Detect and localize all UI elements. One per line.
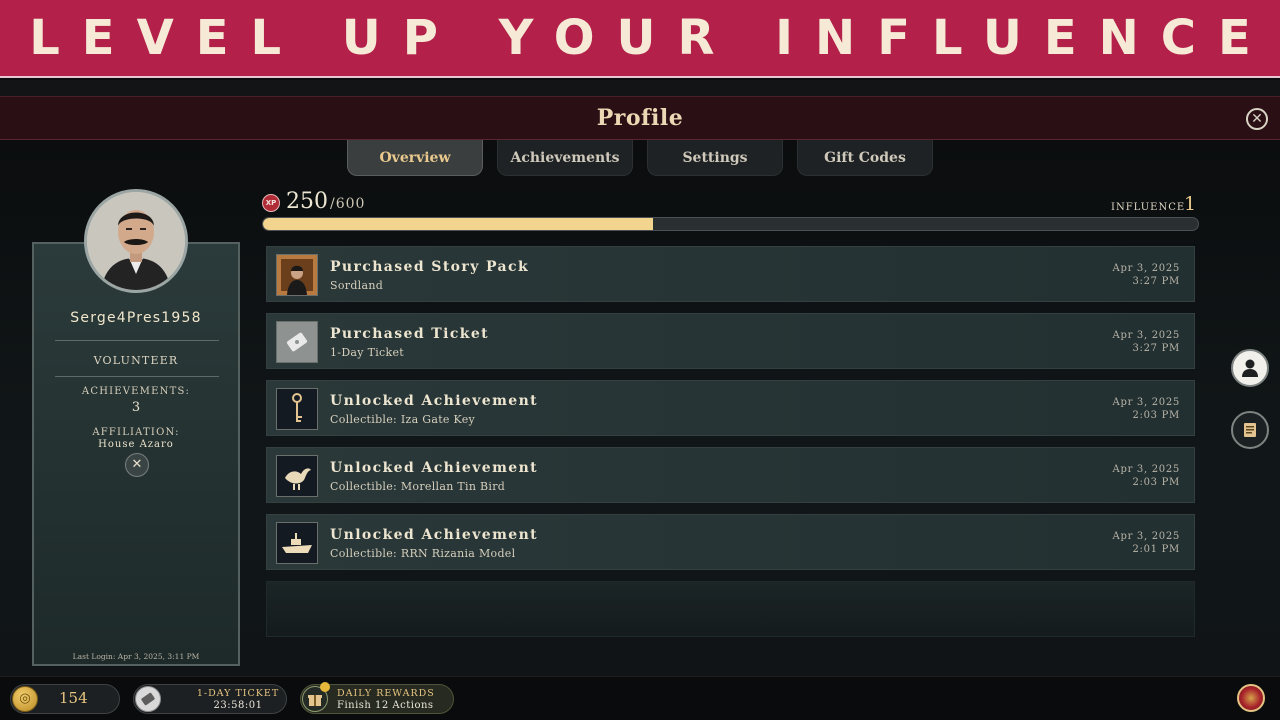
coin-count: 154 [59,689,88,707]
activity-title: Unlocked Achievement [330,393,539,409]
notification-badge [320,682,330,692]
activity-time: 3:27 PM [1132,343,1180,354]
activity-subtitle: 1-Day Ticket [330,346,405,359]
activity-item: Purchased Story Pack Sordland Apr 3, 202… [266,246,1195,302]
activity-subtitle: Collectible: RRN Rizania Model [330,547,516,560]
ticket-icon [276,321,318,363]
affiliation-value: House Azaro [98,439,174,450]
activity-title: Purchased Ticket [330,326,490,342]
xp-max: /600 [330,196,366,212]
banner-spacer [0,80,1280,96]
last-login: Last Login: Apr 3, 2025, 3:11 PM [72,652,200,661]
activity-date: Apr 3, 2025 [1112,397,1180,408]
close-icon[interactable]: ✕ [1246,108,1268,130]
activity-subtitle: Collectible: Morellan Tin Bird [330,480,506,493]
profile-card: Serge4Pres1958 VOLUNTEER ACHIEVEMENTS: 3… [32,242,240,666]
ticket-timer: 23:58:01 [213,700,263,711]
key-icon [276,388,318,430]
xp-current: 250 [286,189,328,214]
activity-time: 2:03 PM [1132,477,1180,488]
activity-date: Apr 3, 2025 [1112,464,1180,475]
footer-bar: ◎ 154 1-DAY TICKET 23:58:01 DAILY REWARD… [0,676,1280,720]
portrait-thumbnail [276,254,318,296]
ticket-icon [135,686,161,712]
ship-icon [276,522,318,564]
influence-level: 1 [1184,193,1197,215]
activity-title: Unlocked Achievement [330,460,539,476]
activity-time: 2:01 PM [1132,544,1180,555]
ticket-label: 1-DAY TICKET [196,688,280,699]
divider [55,340,219,341]
profile-button[interactable] [1231,349,1269,387]
activity-date: Apr 3, 2025 [1112,531,1180,542]
daily-rewards-label: DAILY REWARDS [337,688,435,699]
xp-icon: XP [262,194,280,212]
coin-icon: ◎ [12,686,38,712]
banner-text: LEVEL UP YOUR INFLUENCE [29,10,1273,66]
username: Serge4Pres1958 [70,310,202,326]
avatar-portrait [87,192,185,290]
activity-time: 3:27 PM [1132,276,1180,287]
tab-settings[interactable]: Settings [647,140,783,176]
bird-icon [276,455,318,497]
daily-rewards-button[interactable]: DAILY REWARDS Finish 12 Actions [300,682,454,714]
crest-icon[interactable] [1237,684,1265,712]
activity-date: Apr 3, 2025 [1112,263,1180,274]
activity-item: Unlocked Achievement Collectible: Iza Ga… [266,380,1195,436]
activity-date: Apr 3, 2025 [1112,330,1180,341]
journal-button[interactable] [1231,411,1269,449]
profile-header: Profile ✕ [0,96,1280,140]
crossed-swords-icon: ✕ [125,453,149,477]
activity-title: Unlocked Achievement [330,527,539,543]
tab-gift-codes[interactable]: Gift Codes [797,140,933,176]
activity-title: Purchased Story Pack [330,259,530,275]
divider [55,376,219,377]
daily-rewards-subtitle: Finish 12 Actions [337,700,434,711]
activity-item: Unlocked Achievement Collectible: RRN Ri… [266,514,1195,570]
day-ticket-status[interactable]: 1-DAY TICKET 23:58:01 [133,684,287,714]
scroll-icon [1244,423,1256,437]
tab-achievements[interactable]: Achievements [497,140,633,176]
activity-subtitle: Sordland [330,279,384,292]
xp-progress-fill [263,218,653,230]
tab-overview[interactable]: Overview [347,140,483,176]
coin-balance[interactable]: ◎ 154 [10,684,120,714]
activity-subtitle: Collectible: Iza Gate Key [330,413,476,426]
activity-item: Unlocked Achievement Collectible: Morell… [266,447,1195,503]
achievements-label: ACHIEVEMENTS: [81,386,191,397]
influence-label: INFLUENCE [1111,202,1186,213]
person-icon [1242,359,1258,377]
activity-time: 2:03 PM [1132,410,1180,421]
achievements-count: 3 [131,400,141,415]
promo-banner: LEVEL UP YOUR INFLUENCE [0,0,1280,78]
empty-activity-slot [266,581,1195,637]
affiliation-label: AFFILIATION: [92,427,180,438]
rank-label: VOLUNTEER [93,354,179,367]
avatar [84,189,188,293]
profile-tabs: Overview Achievements Settings Gift Code… [347,140,933,176]
xp-progress-bar [262,217,1199,231]
activity-item: Purchased Ticket 1-Day Ticket Apr 3, 202… [266,313,1195,369]
page-title: Profile [596,105,684,131]
